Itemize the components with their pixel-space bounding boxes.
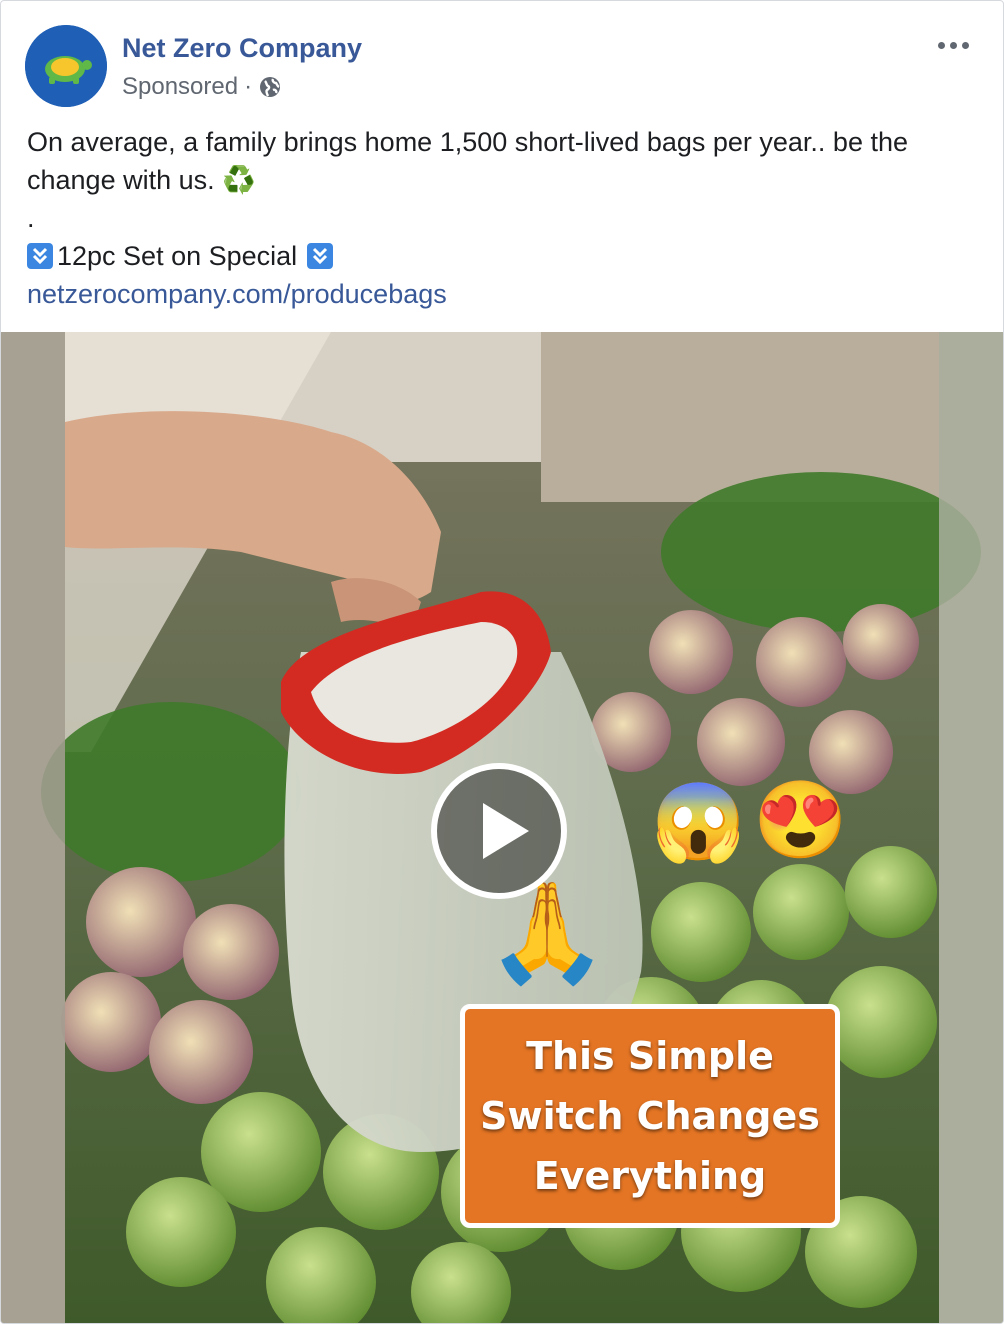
caption-line: This Simple bbox=[526, 1034, 774, 1078]
down-arrow-emoji bbox=[307, 243, 334, 269]
post-text-dot: . bbox=[27, 203, 35, 233]
play-icon bbox=[483, 803, 529, 859]
sponsored-label[interactable]: Sponsored bbox=[122, 73, 238, 101]
more-dot-icon bbox=[937, 41, 945, 49]
shocked-emoji: 😱 bbox=[651, 780, 746, 865]
separator: · bbox=[244, 73, 253, 100]
post-text-line: On average, a family brings home 1,500 s… bbox=[27, 127, 908, 195]
caption-line: Switch Changes bbox=[480, 1094, 820, 1138]
more-dot-icon bbox=[961, 41, 969, 49]
page-name[interactable]: Net Zero Company bbox=[122, 33, 362, 64]
recycle-emoji: ♻️ bbox=[222, 165, 256, 195]
page-avatar[interactable] bbox=[25, 25, 107, 107]
play-button[interactable] bbox=[431, 763, 567, 899]
more-dot-icon bbox=[949, 41, 957, 49]
special-line: 12pc Set on Special bbox=[27, 237, 982, 275]
post-text: On average, a family brings home 1,500 s… bbox=[27, 123, 982, 313]
turtle-logo-icon bbox=[25, 25, 107, 107]
post-header: Net Zero Company Sponsored · bbox=[25, 25, 979, 109]
sponsored-line: Sponsored · bbox=[122, 73, 282, 101]
ad-post-card: Net Zero Company Sponsored · On average,… bbox=[0, 0, 1004, 1324]
video-player[interactable]: 😱 😍 🙏 This Simple Switch Changes Everyth… bbox=[1, 332, 1003, 1323]
caption-line: Everything bbox=[533, 1154, 767, 1198]
special-label: 12pc Set on Special bbox=[57, 241, 298, 271]
more-options-button[interactable] bbox=[935, 35, 971, 55]
video-caption: This Simple Switch Changes Everything bbox=[460, 1004, 840, 1228]
globe-icon bbox=[260, 77, 281, 97]
product-link[interactable]: netzerocompany.com/producebags bbox=[27, 279, 447, 309]
heart-eyes-emoji: 😍 bbox=[753, 778, 848, 863]
down-arrow-emoji bbox=[27, 243, 53, 269]
